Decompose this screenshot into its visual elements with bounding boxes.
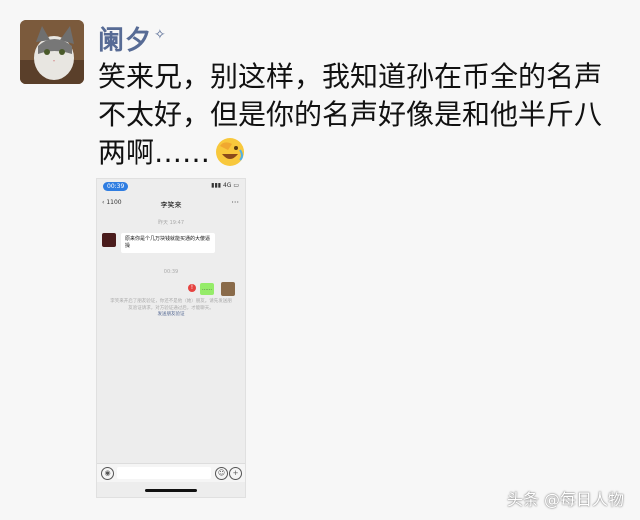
timestamp-1: 昨天 19:47 bbox=[158, 220, 184, 226]
status-icons: ▮▮▮ 4G ▭ bbox=[211, 182, 239, 189]
sparkle-icon: ✧ bbox=[154, 27, 167, 44]
watermark: 头条 @每日人物 bbox=[506, 490, 624, 509]
voice-icon[interactable]: ◉ bbox=[101, 467, 114, 480]
input-bar: ◉ ☺ + bbox=[97, 463, 245, 482]
author-name-text[interactable]: 阑夕 bbox=[98, 26, 152, 56]
cat-avatar-image bbox=[20, 20, 84, 84]
incoming-message[interactable]: 原来你是个几万块钱就能买通的大傻逼 操 bbox=[121, 233, 215, 253]
message-input[interactable] bbox=[117, 467, 211, 479]
home-indicator bbox=[145, 489, 197, 492]
timestamp-2: 00:39 bbox=[163, 269, 179, 275]
plus-icon[interactable]: + bbox=[229, 467, 242, 480]
system-notice-text: 李笑来开启了朋友验证，你还不是他（她）朋友。请先发送朋友验证请求，对方验证通过后… bbox=[110, 299, 232, 311]
send-verification-link[interactable]: 发送朋友验证 bbox=[109, 312, 233, 319]
post-line-3-text: 两啊…… bbox=[98, 136, 211, 169]
facepalm-laughing-emoji-icon bbox=[216, 138, 245, 166]
send-failed-icon[interactable]: ! bbox=[188, 284, 196, 292]
status-time: 00:39 bbox=[103, 182, 129, 191]
post-line-1: 笑来兄，别这样，我知道孙在币全的名声 bbox=[98, 60, 603, 93]
moments-post: 阑夕 ✧ 笑来兄，别这样，我知道孙在币全的名声 不太好，但是你的名声好像是和他半斤… bbox=[0, 0, 640, 520]
author-name[interactable]: 阑夕 ✧ bbox=[98, 20, 167, 57]
post-text: 笑来兄，别这样，我知道孙在币全的名声 不太好，但是你的名声好像是和他半斤八 两啊… bbox=[98, 58, 618, 172]
chat-title: 李笑来 bbox=[160, 201, 182, 209]
network-label: 4G bbox=[222, 182, 232, 189]
post-line-2: 不太好，但是你的名声好像是和他半斤八 bbox=[98, 98, 603, 131]
author-avatar[interactable] bbox=[20, 20, 84, 84]
emoji-icon[interactable]: ☺ bbox=[215, 467, 228, 480]
outgoing-message[interactable]: …… bbox=[200, 283, 214, 295]
chat-header: ‹ 1100 李笑来 ··· bbox=[97, 197, 245, 213]
status-bar: 00:39 ▮▮▮ 4G ▭ bbox=[97, 179, 245, 193]
chat-screenshot: 00:39 ▮▮▮ 4G ▭ ‹ 1100 李笑来 ··· 昨天 19:47 原… bbox=[96, 178, 246, 498]
post-line-3: 两啊…… bbox=[98, 134, 618, 172]
more-icon[interactable]: ··· bbox=[231, 198, 239, 207]
system-notice: 李笑来开启了朋友验证，你还不是他（她）朋友。请先发送朋友验证请求，对方验证通过后… bbox=[109, 299, 233, 319]
self-avatar[interactable] bbox=[221, 282, 235, 296]
contact-avatar[interactable] bbox=[102, 233, 116, 247]
